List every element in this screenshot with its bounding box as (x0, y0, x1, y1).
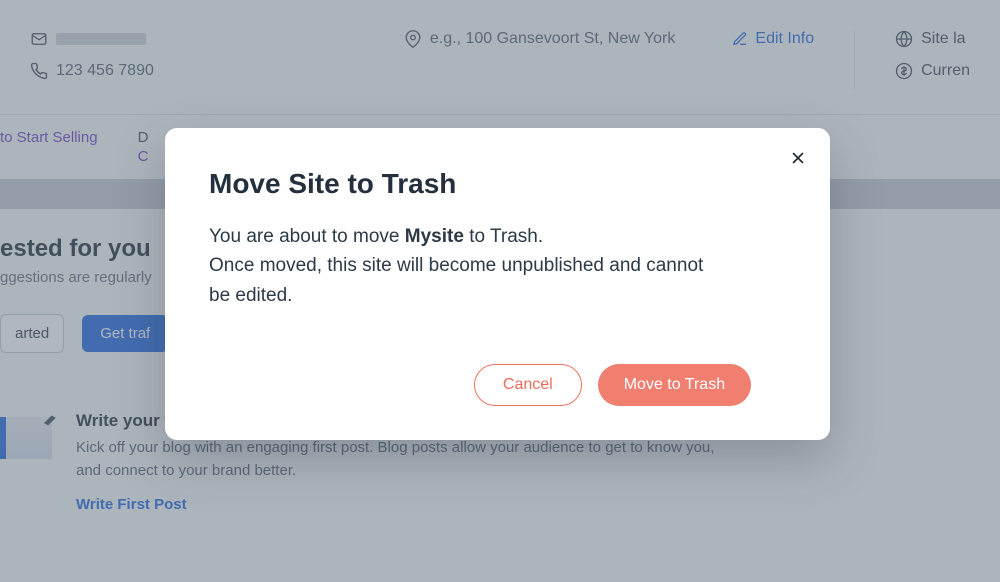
modal-body: You are about to move Mysite to Trash. O… (209, 222, 729, 310)
close-button[interactable] (784, 144, 812, 172)
modal-title: Move Site to Trash (209, 168, 786, 200)
modal-line1-post: to Trash. (464, 226, 543, 247)
modal-actions: Cancel Move to Trash (209, 364, 786, 406)
close-icon (789, 149, 807, 167)
modal-line1-pre: You are about to move (209, 226, 405, 247)
cancel-button[interactable]: Cancel (474, 364, 582, 406)
move-to-trash-modal: Move Site to Trash You are about to move… (165, 128, 830, 440)
modal-line2: Once moved, this site will become unpubl… (209, 255, 703, 305)
move-to-trash-button[interactable]: Move to Trash (598, 364, 751, 406)
modal-site-name: Mysite (405, 226, 464, 247)
